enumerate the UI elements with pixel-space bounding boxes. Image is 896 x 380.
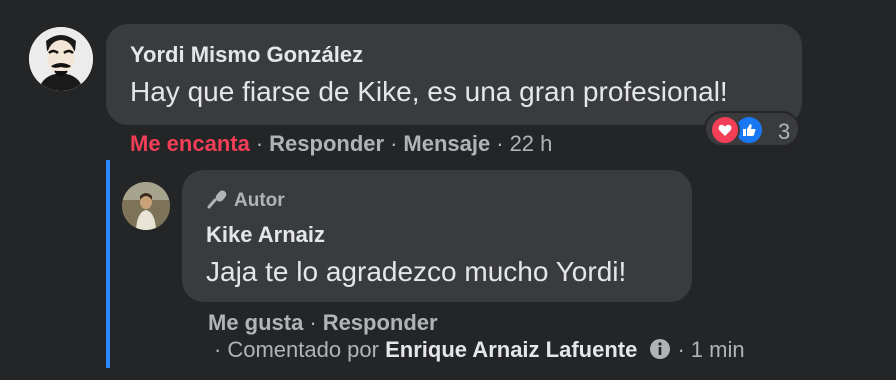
avatar[interactable] [29, 27, 93, 91]
info-icon[interactable] [649, 338, 671, 360]
comment-author-name[interactable]: Yordi Mismo González [130, 42, 363, 68]
reply-author-name[interactable]: Kike Arnaiz [206, 222, 325, 248]
reply-button[interactable]: Responder [269, 131, 384, 156]
commented-by-label: Comentado por [227, 337, 379, 362]
reply-actions: Me gusta · Responder [208, 310, 438, 336]
reply-avatar[interactable] [122, 182, 170, 230]
comment-actions: Me encanta · Responder · Mensaje · 22 h [130, 131, 552, 157]
separator-dot: · [390, 131, 398, 156]
love-reaction-icon [710, 115, 740, 145]
reactions-summary[interactable]: 3 [704, 111, 800, 147]
mask-avatar-image [29, 27, 93, 91]
reply-bubble: Autor Kike Arnaiz Jaja te lo agradezco m… [182, 170, 692, 302]
separator-dot: · [677, 337, 685, 362]
separator-dot: · [496, 131, 504, 156]
reply-timestamp[interactable]: 1 min [691, 337, 745, 362]
like-button[interactable]: Me gusta [208, 310, 303, 335]
separator-dot: · [214, 337, 222, 362]
separator-dot: · [255, 131, 264, 156]
reaction-count: 3 [778, 119, 791, 144]
comment-timestamp[interactable]: 22 h [510, 131, 553, 156]
author-badge: Autor [206, 188, 285, 212]
love-reaction-button[interactable]: Me encanta [130, 131, 250, 156]
reply-button[interactable]: Responder [323, 310, 438, 335]
separator-dot: · [309, 310, 317, 335]
message-button[interactable]: Mensaje [403, 131, 490, 156]
comment-bubble: Yordi Mismo González Hay que fiarse de K… [106, 24, 802, 125]
reply-text: Jaja te lo agradezco mucho Yordi! [206, 256, 627, 287]
person-avatar-image [122, 182, 170, 230]
reply-thread-line [106, 160, 110, 368]
author-badge-label: Autor [234, 190, 285, 211]
commented-by-line: · Comentado por Enrique Arnaiz Lafuente ·… [208, 337, 745, 363]
commented-by-name[interactable]: Enrique Arnaiz Lafuente [385, 337, 637, 362]
comment-text: Hay que fiarse de Kike, es una gran prof… [130, 76, 728, 107]
microphone-icon [207, 190, 227, 209]
